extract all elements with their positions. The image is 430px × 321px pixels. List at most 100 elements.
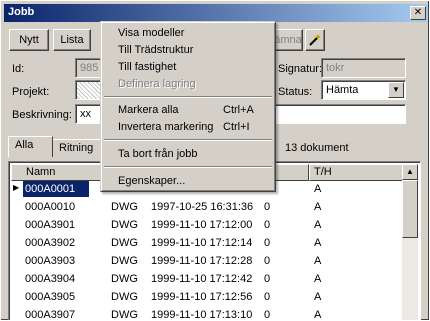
column-header-th-label: T/H	[314, 166, 332, 178]
cell-p: 0	[264, 309, 271, 321]
cell-type: DWG	[111, 273, 138, 285]
rename-button[interactable]: ämna	[273, 29, 303, 51]
description-field-continued[interactable]	[273, 104, 406, 124]
menu-item-remove-from-job-label: Ta bort från jobb	[118, 148, 198, 160]
table-row[interactable]: 000A3905 DWG 1999-11-10 17:12:56 0 A	[11, 289, 404, 306]
chevron-down-icon[interactable]: ▼	[388, 82, 404, 98]
cell-name: 000A3901	[25, 219, 76, 231]
cell-th: A	[314, 291, 322, 303]
list-button[interactable]: Lista	[53, 29, 91, 51]
window-title: Jobb	[8, 6, 35, 18]
project-field[interactable]	[75, 80, 103, 100]
table-row[interactable]: 000A3901 DWG 1999-11-10 17:12:00 0 A	[11, 217, 404, 234]
context-menu: Visa modeller Till Trädstruktur Till fas…	[100, 21, 276, 192]
cell-p: 0	[264, 201, 271, 213]
table-row[interactable]: 000A3907 DWG 1999-11-10 17:13:10 0 A	[11, 307, 404, 321]
menu-separator	[104, 139, 272, 141]
menu-item-invert-selection[interactable]: Invertera markering Ctrl+I	[103, 119, 273, 136]
magic-wand-icon	[309, 34, 321, 46]
cell-th: A	[314, 309, 322, 321]
cell-p: 0	[264, 291, 271, 303]
menu-item-to-property[interactable]: Till fastighet	[103, 59, 273, 76]
cell-date: 1999-11-10 17:12:42	[151, 273, 253, 285]
tab-all[interactable]: Alla	[8, 136, 53, 157]
status-select[interactable]: Hämta ▼	[321, 80, 406, 100]
cell-th: A	[314, 201, 322, 213]
cell-th: A	[314, 183, 322, 195]
cell-name: 000A0010	[25, 201, 76, 213]
menu-item-to-tree-label: Till Trädstruktur	[118, 44, 194, 56]
menu-item-select-all[interactable]: Markera alla Ctrl+A	[103, 102, 273, 119]
list-button-label: Lista	[60, 34, 84, 46]
table-row[interactable]: 000A3903 DWG 1999-11-10 17:12:28 0 A	[11, 253, 404, 270]
table-row[interactable]: 000A0010 DWG 1997-10-25 16:31:36 0 A	[11, 199, 404, 216]
title-bar: Jobb ✕	[4, 4, 428, 22]
menu-item-select-all-shortcut: Ctrl+A	[223, 104, 254, 116]
signature-field: tokr	[321, 58, 406, 78]
document-count: 13 dokument	[285, 142, 349, 154]
description-field[interactable]: xx	[75, 104, 103, 124]
menu-item-properties-label: Egenskaper...	[118, 175, 186, 187]
cell-name: 000A0001	[23, 181, 89, 197]
cell-p: 0	[264, 219, 271, 231]
description-label: Beskrivning:	[12, 109, 72, 121]
vertical-scrollbar[interactable]: ▲	[402, 164, 418, 320]
status-select-value: Hämta	[326, 84, 359, 96]
menu-item-define-storage: Definera lagring	[103, 76, 273, 93]
current-row-icon: ▶	[13, 183, 20, 192]
description-field-value: xx	[80, 108, 91, 120]
cell-date: 1999-11-10 17:12:56	[151, 291, 253, 303]
cell-type: DWG	[111, 237, 138, 249]
signature-label: Signatur:	[278, 63, 323, 75]
status-label: Status:	[278, 86, 313, 98]
new-button-label: Nytt	[19, 34, 39, 46]
cell-type: DWG	[111, 291, 138, 303]
menu-item-remove-from-job[interactable]: Ta bort från jobb	[103, 146, 273, 163]
cell-name: 000A3904	[25, 273, 76, 285]
cell-name: 000A3902	[25, 237, 76, 249]
cell-th: A	[314, 237, 322, 249]
cell-p: 0	[264, 273, 271, 285]
id-field: 985	[75, 58, 103, 78]
tab-drawing-label: Ritning	[59, 142, 94, 154]
menu-separator	[104, 166, 272, 168]
menu-item-show-models[interactable]: Visa modeller	[103, 25, 273, 42]
cell-date: 1997-10-25 16:31:36	[151, 201, 254, 213]
cell-type: DWG	[111, 309, 138, 321]
menu-item-properties[interactable]: Egenskaper...	[103, 173, 273, 190]
table-row[interactable]: 000A3902 DWG 1999-11-10 17:12:14 0 A	[11, 235, 404, 252]
cell-th: A	[314, 255, 322, 267]
cell-type: DWG	[111, 219, 138, 231]
table-row[interactable]: 000A3904 DWG 1999-11-10 17:12:42 0 A	[11, 271, 404, 288]
id-label: Id:	[12, 63, 25, 75]
cell-p: 0	[264, 255, 271, 267]
menu-item-to-property-label: Till fastighet	[118, 61, 177, 73]
menu-item-show-models-label: Visa modeller	[118, 27, 185, 39]
cell-name: 000A3905	[25, 291, 76, 303]
menu-item-select-all-label: Markera alla	[118, 104, 179, 116]
cell-type: DWG	[111, 201, 138, 213]
project-label: Projekt:	[12, 86, 50, 98]
column-header-th[interactable]: T/H	[309, 164, 404, 181]
cell-name: 000A3903	[25, 255, 76, 267]
scroll-thumb[interactable]	[402, 180, 418, 238]
id-field-value: 985	[80, 62, 99, 74]
menu-item-to-tree[interactable]: Till Trädstruktur	[103, 42, 273, 59]
wand-button[interactable]	[305, 29, 325, 51]
signature-field-value: tokr	[326, 62, 345, 74]
column-header-name-label: Namn	[26, 166, 56, 178]
tab-all-label: Alla	[15, 139, 34, 151]
tab-drawing[interactable]: Ritning	[52, 139, 104, 157]
cell-th: A	[314, 219, 322, 231]
close-icon[interactable]: ✕	[410, 6, 426, 20]
scroll-up-icon[interactable]: ▲	[402, 164, 418, 180]
column-header-name[interactable]: Namn	[11, 164, 105, 181]
new-button[interactable]: Nytt	[9, 29, 49, 51]
jobb-window: Jobb ✕ Nytt Lista ämna Id: 985 Projekt: …	[0, 0, 430, 321]
cell-date: 1999-11-10 17:12:00	[151, 219, 253, 231]
rename-button-label: ämna	[274, 34, 302, 46]
cell-date: 1999-11-10 17:12:28	[151, 255, 253, 267]
cell-date: 1999-11-10 17:12:14	[151, 237, 253, 249]
cell-type: DWG	[111, 255, 138, 267]
menu-item-invert-selection-shortcut: Ctrl+I	[223, 121, 250, 133]
